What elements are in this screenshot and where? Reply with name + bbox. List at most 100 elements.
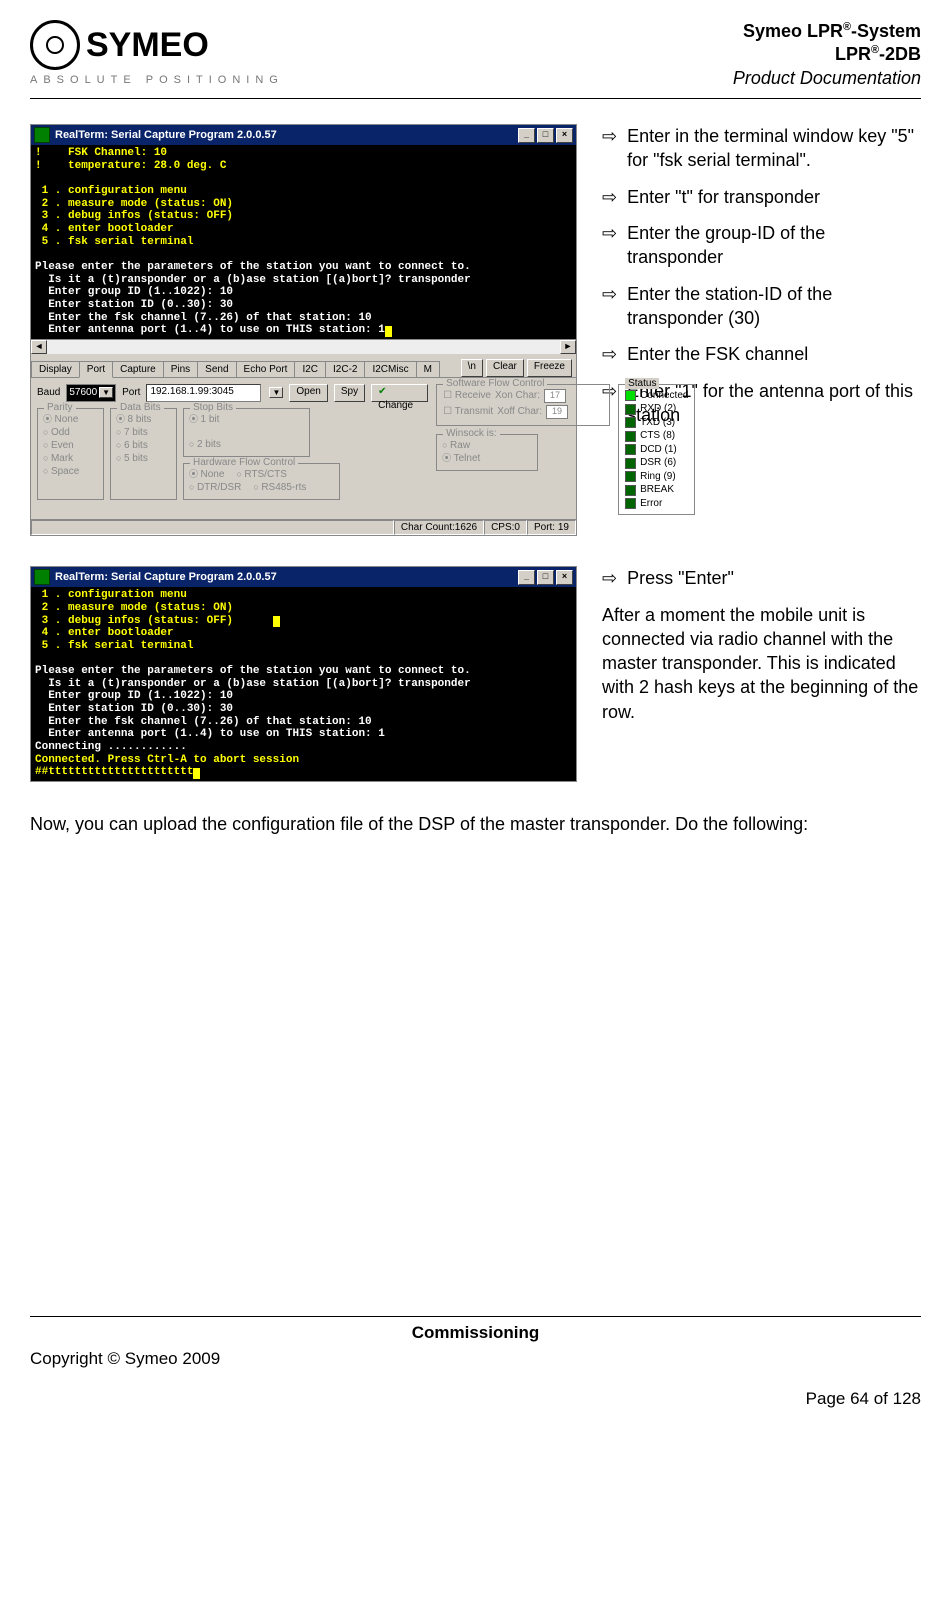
led-icon <box>625 390 636 401</box>
swflow-group: Software Flow Control ReceiveXon Char:17… <box>436 384 610 426</box>
chevron-down-icon[interactable]: ▼ <box>269 387 283 398</box>
hwflow-legend: Hardware Flow Control <box>190 457 298 468</box>
doc-title-2b: -2DB <box>879 44 921 64</box>
cursor-icon <box>193 768 200 779</box>
h-scrollbar[interactable]: ◄ ► <box>31 339 576 354</box>
maximize-button[interactable]: □ <box>537 570 554 585</box>
content-row-1: RealTerm: Serial Capture Program 2.0.0.5… <box>30 124 921 536</box>
tab-echoport[interactable]: Echo Port <box>236 361 296 377</box>
minimize-button[interactable]: _ <box>518 128 535 143</box>
titlebar[interactable]: RealTerm: Serial Capture Program 2.0.0.5… <box>31 567 576 587</box>
page-header: SYMEO ABSOLUTE POSITIONING Symeo LPR ® -Sy… <box>30 20 921 99</box>
registered-icon: ® <box>871 44 879 56</box>
port-panel: Baud 57600▼ Port 192.168.1.99:3045▼ Open… <box>31 378 576 520</box>
instr-text: Enter "t" for transponder <box>627 185 921 209</box>
open-button[interactable]: Open <box>289 384 327 402</box>
status-txd: TXD (3) <box>640 416 675 430</box>
databits-7[interactable]: 7 bits <box>116 426 171 439</box>
instructions-2: ⇨Press "Enter" After a moment the mobile… <box>602 566 921 724</box>
sw-transmit-check[interactable]: Transmit <box>443 406 493 417</box>
cursor-icon <box>385 326 392 337</box>
chevron-down-icon[interactable]: ▼ <box>99 387 113 398</box>
databits-6[interactable]: 6 bits <box>116 439 171 452</box>
logo-text: SYMEO <box>86 26 209 65</box>
titlebar[interactable]: RealTerm: Serial Capture Program 2.0.0.5… <box>31 125 576 145</box>
parity-odd[interactable]: Odd <box>43 426 98 439</box>
port-input[interactable]: 192.168.1.99:3045 <box>146 384 261 402</box>
terminal-output[interactable]: 1 . configuration menu 2 . measure mode … <box>31 587 576 781</box>
arrow-icon: ⇨ <box>602 282 617 331</box>
instr-text: Enter the group-ID of the transponder <box>627 221 921 270</box>
parity-none[interactable]: None <box>43 413 98 426</box>
doc-title: Symeo LPR®-System LPR®-2DB Product Docum… <box>733 20 921 90</box>
tab-pins[interactable]: Pins <box>163 361 198 377</box>
parity-even[interactable]: Even <box>43 439 98 452</box>
tab-m[interactable]: M <box>416 361 440 377</box>
xoff-input[interactable]: 19 <box>546 405 568 419</box>
hwflow-rs485[interactable]: RS485-rts <box>253 481 306 494</box>
clear-button[interactable]: Clear <box>486 359 524 377</box>
logo-icon <box>30 20 80 70</box>
doc-title-1a: Symeo LPR <box>743 21 843 41</box>
newline-button[interactable]: \n <box>461 359 483 377</box>
xon-input[interactable]: 17 <box>544 389 566 403</box>
doc-title-1b: -System <box>851 21 921 41</box>
freeze-button[interactable]: Freeze <box>527 359 572 377</box>
tab-i2c2[interactable]: I2C-2 <box>325 361 365 377</box>
tab-i2c[interactable]: I2C <box>294 361 326 377</box>
swflow-legend: Software Flow Control <box>443 378 547 389</box>
tab-i2cmisc[interactable]: I2CMisc <box>364 361 416 377</box>
stopbits-1[interactable]: 1 bit <box>189 413 304 426</box>
hwflow-rtscts[interactable]: RTS/CTS <box>236 468 287 481</box>
tab-port[interactable]: Port <box>79 361 113 378</box>
hwflow-none[interactable]: None <box>189 468 224 481</box>
led-icon <box>625 485 636 496</box>
parity-space[interactable]: Space <box>43 465 98 478</box>
statusbar-charcount: Char Count:1626 <box>394 520 484 535</box>
scroll-left-icon[interactable]: ◄ <box>31 340 47 354</box>
instr-text: Enter the station-ID of the transponder … <box>627 282 921 331</box>
databits-8[interactable]: 8 bits <box>116 413 171 426</box>
spy-button[interactable]: Spy <box>334 384 365 402</box>
databits-5[interactable]: 5 bits <box>116 452 171 465</box>
instr-text: Press "Enter" <box>627 566 921 590</box>
tab-display[interactable]: Display <box>31 361 80 377</box>
status-dsr: DSR (6) <box>640 456 676 470</box>
minimize-button[interactable]: _ <box>518 570 535 585</box>
stopbits-legend: Stop Bits <box>190 402 236 413</box>
led-icon <box>625 431 636 442</box>
close-button[interactable]: × <box>556 128 573 143</box>
arrow-icon: ⇨ <box>602 221 617 270</box>
sw-receive-check[interactable]: Receive <box>443 390 491 401</box>
instr-text: Enter in the terminal window key "5" for… <box>627 124 921 173</box>
logo-block: SYMEO ABSOLUTE POSITIONING <box>30 20 284 86</box>
led-icon <box>625 458 636 469</box>
winsock-telnet[interactable]: Telnet <box>442 452 532 465</box>
logo-tagline: ABSOLUTE POSITIONING <box>30 74 284 86</box>
footer-copyright: Copyright © Symeo 2009 <box>30 1349 921 1369</box>
change-button[interactable]: ✔ Change <box>371 384 428 402</box>
close-button[interactable]: × <box>556 570 573 585</box>
maximize-button[interactable]: □ <box>537 128 554 143</box>
hwflow-dtrdsr[interactable]: DTR/DSR <box>189 481 241 494</box>
footer-pagenum: Page 64 of 128 <box>30 1389 921 1409</box>
baud-select[interactable]: 57600▼ <box>66 384 116 402</box>
cursor-icon <box>273 616 280 627</box>
status-group: Status Connected RXD (2) TXD (3) CTS (8)… <box>618 384 695 516</box>
led-icon <box>625 404 636 415</box>
terminal-output[interactable]: ! FSK Channel: 10 ! temperature: 28.0 de… <box>31 145 576 339</box>
stopbits-2[interactable]: 2 bits <box>189 438 304 451</box>
winsock-legend: Winsock is: <box>443 428 500 439</box>
tab-capture[interactable]: Capture <box>112 361 164 377</box>
status-rxd: RXD (2) <box>640 402 676 416</box>
instr-paragraph: After a moment the mobile unit is connec… <box>602 603 921 724</box>
doc-title-2a: LPR <box>835 44 871 64</box>
winsock-raw[interactable]: Raw <box>442 439 532 452</box>
xoff-label: Xoff Char: <box>497 406 542 417</box>
parity-mark[interactable]: Mark <box>43 452 98 465</box>
tab-send[interactable]: Send <box>197 361 236 377</box>
scroll-right-icon[interactable]: ► <box>560 340 576 354</box>
status-cts: CTS (8) <box>640 429 675 443</box>
screenshot-1: RealTerm: Serial Capture Program 2.0.0.5… <box>30 124 577 536</box>
app-icon <box>34 127 50 143</box>
